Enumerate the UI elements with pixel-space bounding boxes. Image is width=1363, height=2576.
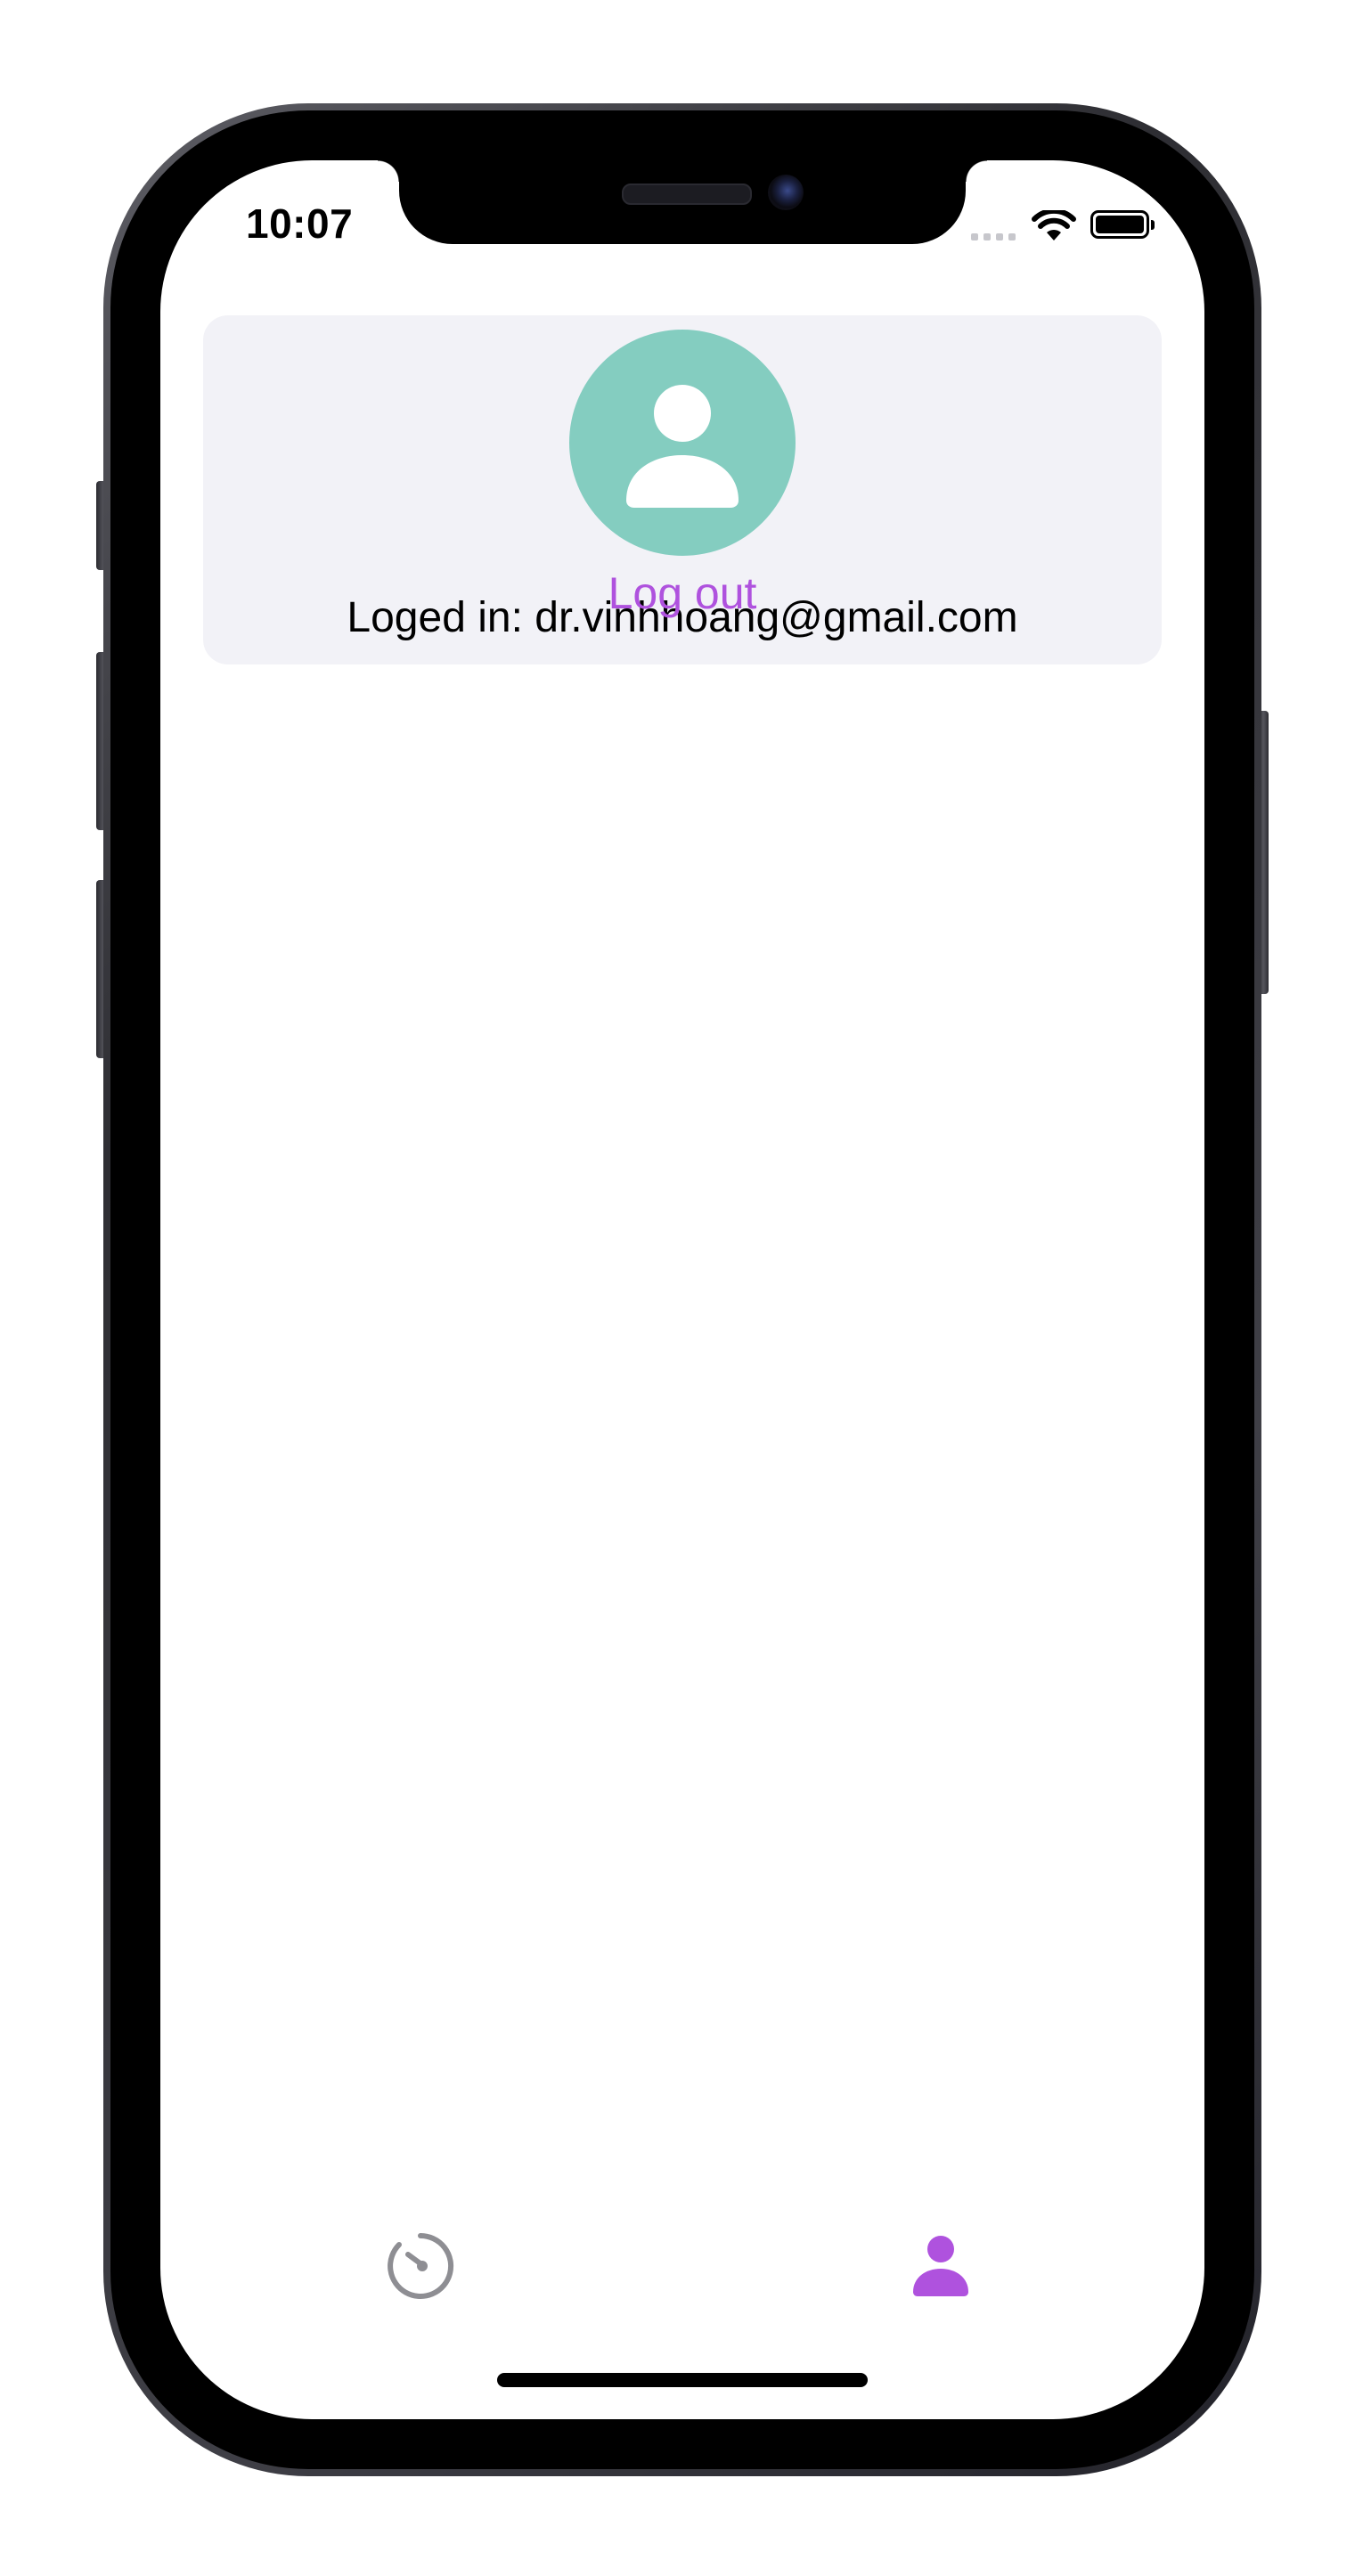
avatar — [569, 330, 796, 556]
tab-profile[interactable] — [852, 2195, 1030, 2337]
speaker-grille — [622, 183, 752, 205]
front-camera — [768, 175, 804, 210]
tab-dashboard[interactable] — [331, 2195, 510, 2337]
status-time: 10:07 — [246, 200, 354, 247]
tab-bar — [160, 2195, 1204, 2337]
person-icon — [626, 385, 739, 508]
phone-screen: 10:07 Loged in: dr.vinhhoang@gmail.com L… — [160, 160, 1204, 2419]
wifi-icon — [1032, 210, 1076, 240]
log-out-button[interactable]: Log out — [504, 549, 861, 638]
notch — [378, 160, 987, 244]
person-fill-icon — [913, 2236, 968, 2296]
home-indicator[interactable] — [497, 2373, 868, 2387]
cellular-signal-icon — [971, 233, 1016, 240]
battery-icon — [1090, 210, 1155, 239]
speedometer-icon — [388, 2233, 454, 2299]
